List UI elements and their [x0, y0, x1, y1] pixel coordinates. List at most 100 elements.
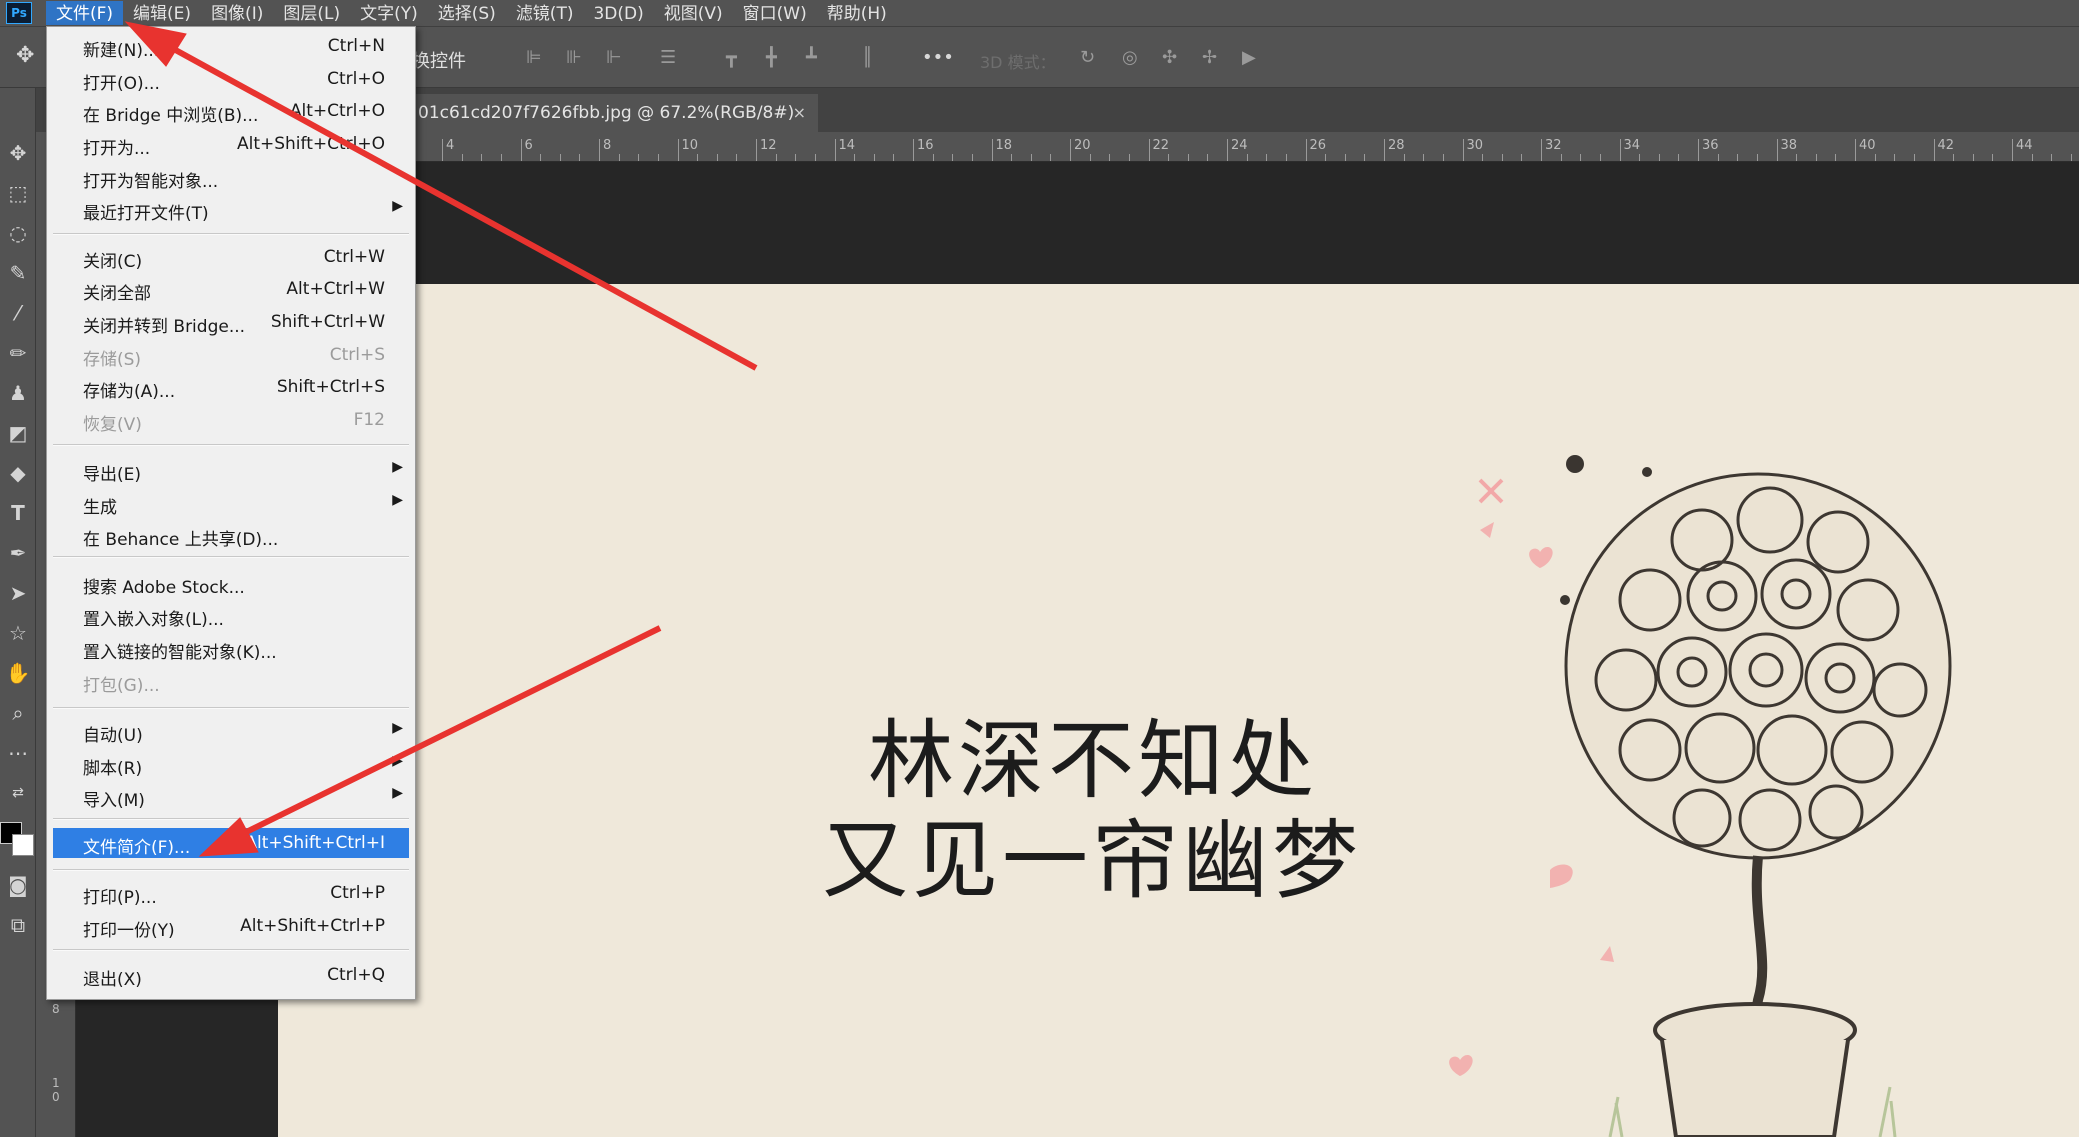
vruler-number: 1 [52, 1076, 60, 1090]
file-menu-item: 存储(S) Ctrl+S [53, 340, 409, 370]
file-menu-item[interactable]: 脚本(R) ▶ [53, 749, 409, 779]
file-menu-item[interactable]: 导出(E) ▶ [53, 455, 409, 485]
eraser-icon[interactable]: ◩ [5, 420, 31, 446]
ruler-number: 28 [1388, 138, 1405, 153]
menu-filter[interactable]: 滤镜(T) [506, 1, 584, 25]
file-menu-item[interactable]: 关闭全部 Alt+Ctrl+W [53, 274, 409, 304]
file-menu-item[interactable]: 最近打开文件(T) ▶ [53, 194, 409, 224]
align-middle-icon[interactable]: ╋ [766, 47, 777, 68]
menu-edit[interactable]: 编辑(E) [123, 1, 201, 25]
swap-colors-icon[interactable]: ⇄ [5, 780, 31, 806]
ruler-tick [756, 139, 757, 161]
transform-controls-label[interactable]: 换控件 [412, 47, 466, 73]
screen-mode-icon[interactable]: ⧉ [5, 912, 31, 938]
pen-icon[interactable]: ✒ [5, 540, 31, 566]
3d-orbit-icon[interactable]: ↻ [1080, 47, 1095, 68]
document-tab[interactable]: 01c61cd207f7626fbb.jpg @ 67.2%(RGB/8#) × [414, 94, 818, 132]
file-menu-item[interactable]: 打开为... Alt+Shift+Ctrl+O [53, 129, 409, 159]
ruler-tick [1344, 154, 1346, 161]
ruler-tick [1325, 154, 1327, 161]
align-center-icon[interactable]: ⊪ [566, 47, 582, 68]
align-bottom-icon[interactable]: ┻ [806, 47, 817, 68]
menu-3d[interactable]: 3D(D) [583, 1, 653, 25]
3d-pan-icon[interactable]: ✣ [1162, 47, 1177, 68]
align-right-icon[interactable]: ⊩ [606, 47, 622, 68]
menu-file[interactable]: 文件(F) [46, 1, 124, 25]
ruler-tick [1953, 154, 1955, 161]
file-menu-item[interactable]: 置入嵌入对象(L)... [53, 600, 409, 630]
file-menu-item-shortcut: Ctrl+S [329, 345, 385, 365]
quick-select-icon[interactable]: ✎ [5, 260, 31, 286]
menu-help[interactable]: 帮助(H) [817, 1, 897, 25]
eyedropper-icon[interactable]: ⁄ [5, 300, 31, 326]
file-menu-item[interactable]: 搜索 Adobe Stock... [53, 568, 409, 598]
3d-camera-icon[interactable]: ▶ [1242, 47, 1256, 68]
ruler-tick [1266, 154, 1268, 161]
file-menu-item[interactable]: 打印(P)... Ctrl+P [53, 878, 409, 908]
menu-select[interactable]: 选择(S) [428, 1, 506, 25]
file-menu-item-label: 存储为(A)... [83, 382, 176, 402]
file-menu-item[interactable]: 关闭并转到 Bridge... Shift+Ctrl+W [53, 307, 409, 337]
file-menu-item[interactable]: 导入(M) ▶ [53, 781, 409, 811]
ruler-tick [1482, 154, 1484, 161]
file-menu-item[interactable]: 存储为(A)... Shift+Ctrl+S [53, 372, 409, 402]
file-menu-item[interactable]: 自动(U) ▶ [53, 716, 409, 746]
file-menu-item[interactable]: 打开为智能对象... [53, 162, 409, 192]
file-menu-item-shortcut: Ctrl+N [327, 36, 385, 56]
paint-bucket-icon[interactable]: ◆ [5, 460, 31, 486]
file-menu-item[interactable]: 新建(N)... Ctrl+N [53, 31, 409, 61]
brush-icon[interactable]: ✏ [5, 340, 31, 366]
file-menu-item[interactable]: 退出(X) Ctrl+Q [53, 960, 409, 990]
3d-slide-icon[interactable]: ✢ [1202, 47, 1217, 68]
marquee-icon[interactable]: ⬚ [5, 180, 31, 206]
move-icon[interactable]: ✥ [5, 140, 31, 166]
ruler-tick [559, 154, 561, 161]
distribute-icon[interactable]: ☰ [660, 47, 676, 68]
file-menu-item[interactable]: 打开(O)... Ctrl+O [53, 64, 409, 94]
file-menu-item-label: 打印(P)... [83, 888, 157, 908]
zoom-icon[interactable]: ⌕ [5, 700, 31, 726]
3d-roll-icon[interactable]: ◎ [1122, 47, 1138, 68]
file-menu-item[interactable]: 生成 ▶ [53, 488, 409, 518]
align-top-icon[interactable]: ┳ [726, 47, 737, 68]
quick-mask-icon[interactable]: ◙ [5, 872, 31, 898]
ruler-tick [1364, 154, 1366, 161]
menu-type[interactable]: 文字(Y) [350, 1, 428, 25]
menu-layer[interactable]: 图层(L) [273, 1, 350, 25]
ruler-tick [952, 154, 954, 161]
menu-view[interactable]: 视图(V) [654, 1, 733, 25]
ruler-tick [1384, 139, 1385, 161]
shape-icon[interactable]: ☆ [5, 620, 31, 646]
stamp-icon[interactable]: ♟ [5, 380, 31, 406]
file-menu-item-label: 打开为... [83, 139, 151, 159]
menu-separator [53, 444, 409, 446]
background-color-swatch[interactable] [12, 834, 34, 856]
type-icon[interactable]: T [5, 500, 31, 526]
lasso-icon[interactable]: ◌ [5, 220, 31, 246]
distribute-vertical-icon[interactable]: ║ [862, 47, 873, 68]
file-menu-item-label: 置入链接的智能对象(K)... [83, 643, 277, 663]
file-menu-item[interactable]: 置入链接的智能对象(K)... [53, 633, 409, 663]
file-menu-item[interactable]: 在 Behance 上共享(D)... [53, 520, 409, 550]
file-menu-item[interactable]: 文件简介(F)... Alt+Shift+Ctrl+I [53, 828, 409, 858]
menu-window[interactable]: 窗口(W) [733, 1, 817, 25]
align-left-icon[interactable]: ⊫ [526, 47, 542, 68]
close-tab-icon[interactable]: × [793, 94, 806, 132]
menu-bar: Ps 文件(F) 编辑(E) 图像(I) 图层(L) 文字(Y) 选择(S) 滤… [0, 0, 2079, 26]
file-menu-item[interactable]: 在 Bridge 中浏览(B)... Alt+Ctrl+O [53, 96, 409, 126]
file-menu-item[interactable]: 关闭(C) Ctrl+W [53, 242, 409, 272]
more-options-icon[interactable]: ••• [922, 47, 954, 68]
ruler-number: 22 [1152, 138, 1170, 153]
hand-icon[interactable]: ✋ [5, 660, 31, 686]
file-menu-item-shortcut: Alt+Shift+Ctrl+P [240, 916, 385, 936]
ruler-tick [1678, 154, 1680, 161]
ruler-number: 24 [1231, 138, 1248, 153]
move-tool-icon[interactable]: ✥ [16, 43, 34, 68]
ruler-number: 18 [995, 138, 1013, 153]
ruler-tick [1992, 154, 1994, 161]
more-tools-icon[interactable]: ⋯ [5, 740, 31, 766]
file-menu-item-shortcut: F12 [353, 410, 385, 430]
path-select-icon[interactable]: ➤ [5, 580, 31, 606]
menu-image[interactable]: 图像(I) [201, 1, 273, 25]
file-menu-item[interactable]: 打印一份(Y) Alt+Shift+Ctrl+P [53, 911, 409, 941]
